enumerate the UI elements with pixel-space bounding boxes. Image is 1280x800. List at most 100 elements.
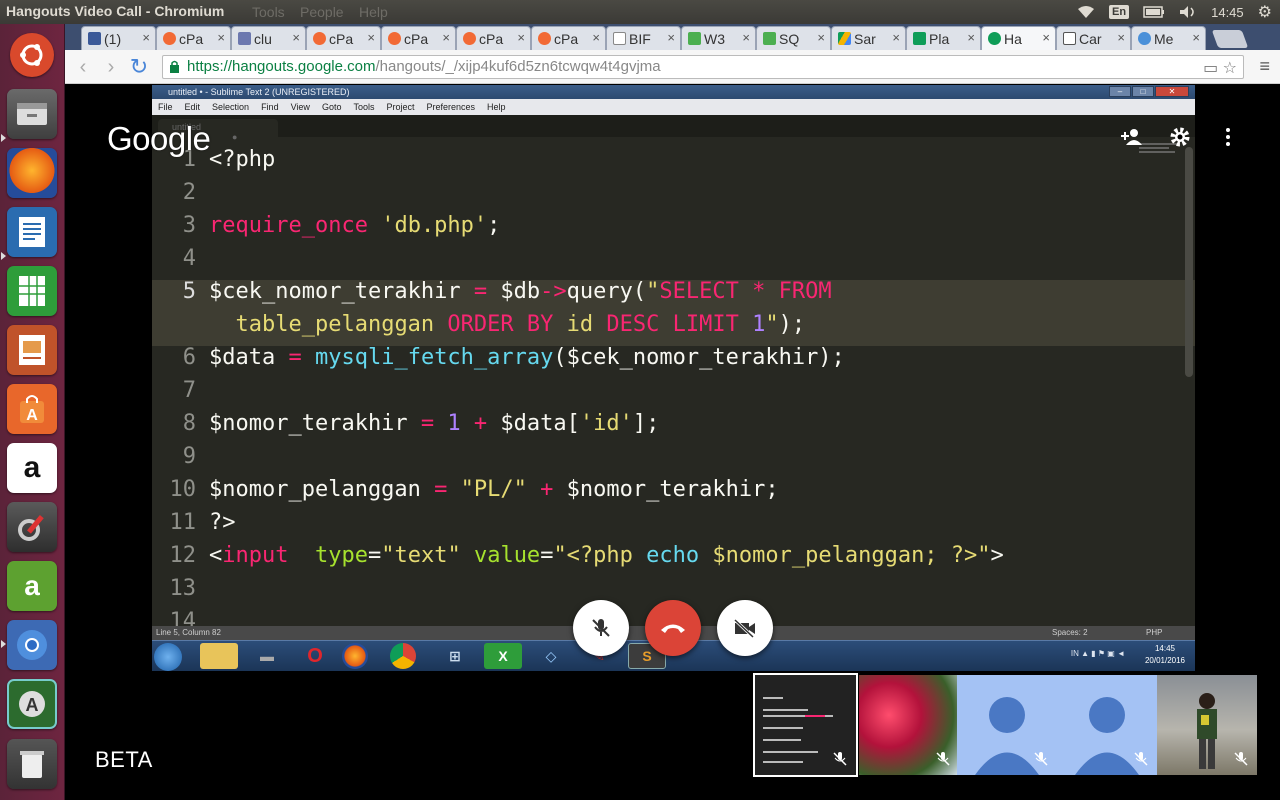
sublime-menu-item: View (290, 102, 310, 112)
ubuntu-dash-icon[interactable] (10, 33, 54, 77)
clock[interactable]: 14:45 (1211, 5, 1244, 20)
participant-thumbnail-avatar-1[interactable] (957, 675, 1057, 775)
tab-cpanel-2[interactable]: cPa × (306, 26, 381, 50)
software-center-icon[interactable]: A (7, 384, 57, 434)
menu-people[interactable]: People (300, 4, 344, 20)
phpmyadmin-icon (238, 32, 251, 45)
tab-drive[interactable]: Sar × (831, 26, 906, 50)
sublime-menu-item: Tools (353, 102, 375, 112)
volume-icon[interactable] (1179, 5, 1197, 19)
firefox-icon[interactable] (7, 148, 57, 198)
close-tab-icon[interactable]: × (817, 30, 825, 45)
code-line: $nomor_pelanggan = "PL/" + $nomor_terakh… (209, 477, 779, 502)
software-updater-icon[interactable]: A (7, 679, 57, 729)
participant-thumbnail-avatar-2[interactable] (1057, 675, 1157, 775)
amazon-icon[interactable]: a (7, 443, 57, 493)
participant-thumbnail-screen[interactable] (753, 673, 858, 777)
mute-microphone-button[interactable] (573, 600, 629, 656)
tab-cpanel-1[interactable]: cPa × (156, 26, 231, 50)
wifi-icon[interactable] (1077, 5, 1095, 19)
end-call-button[interactable] (645, 600, 701, 656)
close-tab-icon[interactable]: × (742, 30, 750, 45)
close-tab-icon[interactable]: × (967, 30, 975, 45)
keyboard-language-indicator[interactable]: En (1109, 5, 1130, 19)
tab-phpmyadmin[interactable]: clu × (231, 26, 306, 50)
muted-icon (936, 752, 950, 766)
close-tab-icon[interactable]: × (1192, 30, 1200, 45)
close-tab-icon[interactable]: × (1117, 30, 1125, 45)
tab-cpanel-3[interactable]: cPa × (381, 26, 456, 50)
libreoffice-icon[interactable]: a (7, 561, 57, 611)
files-icon[interactable] (7, 89, 57, 139)
system-settings-icon[interactable] (7, 502, 57, 552)
chrome-icon (390, 643, 416, 669)
line-number: 4 (182, 246, 196, 271)
tab-hangouts[interactable]: Ha × (981, 26, 1056, 50)
tab-messenger[interactable]: Me × (1131, 26, 1206, 50)
tab-sheets[interactable]: Pla × (906, 26, 981, 50)
session-gear-icon[interactable]: ⚙ (1258, 2, 1272, 22)
more-options-icon[interactable] (1216, 125, 1240, 149)
close-tab-icon[interactable]: × (367, 30, 375, 45)
menu-help[interactable]: Help (359, 4, 388, 20)
settings-gear-icon[interactable] (1168, 125, 1192, 149)
bookmark-star-icon[interactable]: ☆ (1223, 60, 1237, 77)
cpanel-icon (163, 32, 176, 45)
libreoffice-impress-icon[interactable] (7, 325, 57, 375)
participant-thumbnail-flowers[interactable] (859, 675, 959, 775)
lock-icon (170, 60, 179, 73)
close-tab-icon[interactable]: × (592, 30, 600, 45)
add-person-icon[interactable] (1120, 125, 1144, 149)
tab-facebook[interactable]: (1) × (81, 26, 156, 50)
close-tab-icon[interactable]: × (292, 30, 300, 45)
code-line: <input type="text" value="<?php echo $no… (209, 543, 1004, 568)
opera-icon: O (307, 644, 323, 667)
libreoffice-writer-icon[interactable] (7, 207, 57, 257)
battery-icon[interactable] (1143, 6, 1165, 18)
tab-cpanel-4[interactable]: cPa × (456, 26, 531, 50)
sublime-menu-item: Selection (212, 102, 250, 112)
google-logo: Google (107, 120, 211, 157)
close-tab-icon[interactable]: × (142, 30, 150, 45)
hamburger-menu-icon[interactable]: ≡ (1259, 56, 1270, 77)
camera-permission-icon[interactable]: ▭ (1203, 60, 1218, 77)
new-tab-button[interactable] (1211, 30, 1249, 48)
shared-screen-video: untitled • - Sublime Text 2 (UNREGISTERE… (152, 85, 1195, 671)
document-icon (613, 32, 626, 45)
back-arrow-icon[interactable]: ‹ (71, 55, 95, 79)
turn-off-camera-button[interactable] (717, 600, 773, 656)
sublime-menu-item: Project (386, 102, 415, 112)
close-tab-icon[interactable]: × (517, 30, 525, 45)
window-title: Hangouts Video Call - Chromium (6, 3, 225, 19)
windows-start-icon (154, 643, 182, 671)
tab-car[interactable]: Car × (1056, 26, 1131, 50)
cursor-position: Line 5, Column 82 (156, 628, 221, 637)
chromium-icon[interactable] (7, 620, 57, 670)
svg-text:A: A (26, 407, 38, 424)
close-tab-icon[interactable]: × (892, 30, 900, 45)
line-number: 7 (182, 378, 196, 403)
hangouts-icon (988, 32, 1001, 45)
tab-w3schools[interactable]: W3 × (681, 26, 756, 50)
menu-tools[interactable]: Tools (252, 4, 285, 20)
code-line: $cek_nomor_terakhir = $db->query("SELECT… (209, 279, 832, 304)
indent-setting: Spaces: 2 (1052, 628, 1088, 637)
code-line: require_once 'db.php'; (209, 213, 501, 238)
line-number: 3 (182, 213, 196, 238)
reload-icon[interactable]: ↻ (127, 55, 151, 79)
usb-drive-icon: ▬ (260, 648, 274, 664)
participant-thumbnail-photo[interactable] (1157, 675, 1257, 775)
muted-icon (1134, 752, 1148, 766)
address-bar[interactable]: https://hangouts.google.com/hangouts/_/x… (162, 55, 1244, 79)
close-tab-icon[interactable]: × (1042, 30, 1050, 45)
close-tab-icon[interactable]: × (217, 30, 225, 45)
close-tab-icon[interactable]: × (667, 30, 675, 45)
tab-cpanel-5[interactable]: cPa × (531, 26, 606, 50)
forward-arrow-icon[interactable]: › (99, 55, 123, 79)
tab-sql[interactable]: SQ × (756, 26, 831, 50)
minimize-icon: – (1109, 86, 1131, 97)
trash-icon[interactable] (7, 739, 57, 789)
tab-bif[interactable]: BIF × (606, 26, 681, 50)
close-tab-icon[interactable]: × (442, 30, 450, 45)
libreoffice-calc-icon[interactable] (7, 266, 57, 316)
